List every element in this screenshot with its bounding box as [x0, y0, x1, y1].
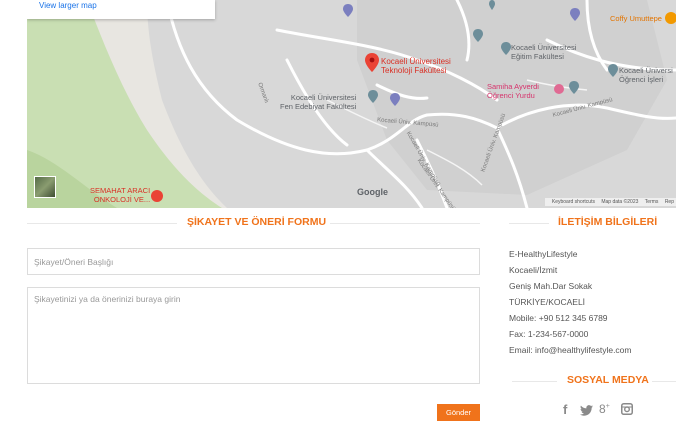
satellite-toggle-thumbnail[interactable] — [34, 176, 56, 198]
subject-placeholder: Şikayet/Öneri Başlığı — [34, 257, 114, 267]
terms-link[interactable]: Terms — [645, 199, 659, 205]
contact-street: Geniş Mah.Dar Sokak — [509, 281, 593, 291]
google-plus-icon[interactable]: 8+ — [599, 402, 610, 416]
message-placeholder: Şikayetinizi ya da önerinizi buraya giri… — [34, 294, 181, 304]
map-label-hastane[interactable]: SEMAHAT ARACI ONKOLOJİ VE... — [90, 186, 150, 204]
social-title-line-left — [512, 381, 557, 382]
map-label-egitim[interactable]: Kocaeli Üniversitesi Eğitim Fakültesi — [511, 43, 576, 61]
contact-title-line-left — [509, 223, 549, 224]
message-textarea[interactable]: Şikayetinizi ya da önerinizi buraya giri… — [27, 287, 480, 384]
map-label-yurt[interactable]: Samiha Ayverdi Öğrenci Yurdu — [487, 82, 539, 100]
map-data-text: Map data ©2023 — [601, 199, 639, 205]
map-info-card: View larger map — [27, 0, 215, 19]
map-label-coffy[interactable]: Coffy Umuttepe — [610, 14, 662, 23]
contact-fax: Fax: 1-234-567-0000 — [509, 329, 589, 339]
google-logo: Google — [357, 187, 388, 197]
contact-company: E-HealthyLifestyle — [509, 249, 578, 259]
instagram-icon[interactable] — [621, 403, 633, 418]
keyboard-shortcuts-link[interactable]: Keyboard shortcuts — [552, 199, 595, 205]
facebook-icon[interactable]: f — [563, 402, 567, 417]
report-link[interactable]: Rep — [665, 199, 674, 205]
subject-input[interactable]: Şikayet/Öneri Başlığı — [27, 248, 480, 275]
form-title-line-left — [27, 223, 177, 224]
map-label-fen-edebiyat[interactable]: Kocaeli Üniversitesi Fen Edebiyat Fakült… — [280, 93, 356, 111]
form-title: ŞİKAYET VE ÖNERİ FORMU — [187, 216, 327, 228]
map-footer: Keyboard shortcuts Map data ©2023 Terms … — [544, 198, 676, 206]
contact-mobile: Mobile: +90 512 345 6789 — [509, 313, 608, 323]
map-label-teknoloji[interactable]: Kocaeli Üniversitesi Teknoloji Fakültesi — [381, 57, 451, 75]
twitter-icon[interactable] — [580, 404, 593, 419]
social-title-line-right — [652, 381, 676, 382]
form-title-line-right — [330, 223, 480, 224]
map-label-ogrenci-isleri[interactable]: Kocaeli Üniversi Öğrenci İşleri — [619, 66, 673, 84]
contact-info: E-HealthyLifestyle Kocaeli/İzmit Geniş M… — [509, 246, 631, 358]
contact-email: Email: info@healthylifestyle.com — [509, 345, 632, 355]
contact-title: İLETİŞİM BİLGİLERİ — [558, 216, 658, 228]
view-larger-map-link[interactable]: View larger map — [39, 1, 97, 10]
embedded-map[interactable]: View larger map Kocaeli Üniversitesi Tek… — [27, 0, 676, 208]
social-title: SOSYAL MEDYA — [567, 374, 649, 386]
contact-city: Kocaeli/İzmit — [509, 265, 558, 275]
send-button[interactable]: Gönder — [437, 404, 480, 421]
contact-country: TÜRKİYE/KOCAELİ — [509, 297, 586, 307]
